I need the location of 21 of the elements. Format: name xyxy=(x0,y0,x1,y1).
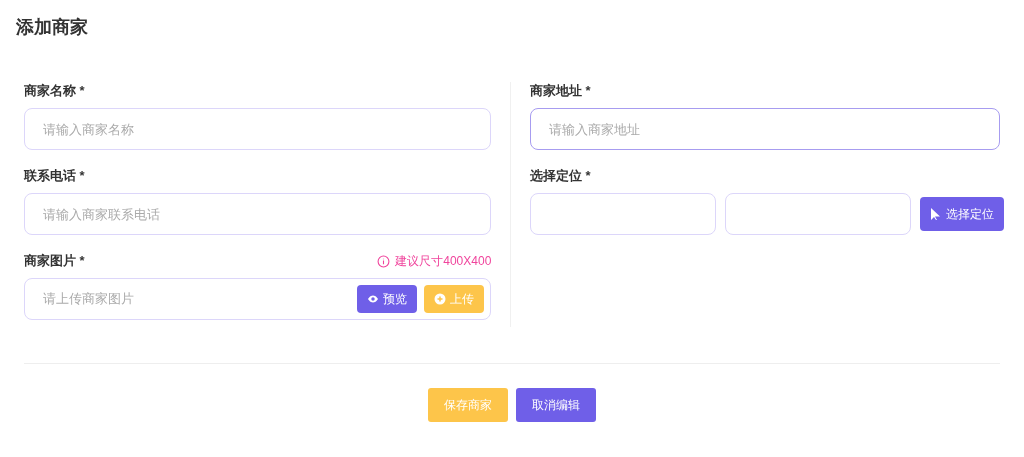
longitude-field[interactable] xyxy=(725,193,911,235)
size-hint: 建议尺寸400X400 xyxy=(377,252,492,270)
text-field[interactable]: 请输入商家名称 xyxy=(24,108,492,150)
cursor-icon xyxy=(930,208,941,220)
field-label: 商家图片 * xyxy=(24,252,85,271)
page-title: 添加商家 xyxy=(16,16,89,39)
info-icon xyxy=(377,254,391,268)
cancel-button[interactable]: 取消编辑 xyxy=(516,388,596,422)
latitude-field[interactable] xyxy=(530,193,716,235)
image-upload-field[interactable]: 请上传商家图片 预览 上传 xyxy=(24,278,492,320)
field-label: 选择定位 * xyxy=(530,167,591,186)
field-label: 商家地址 * xyxy=(530,82,591,101)
preview-button[interactable]: 预览 xyxy=(357,285,418,313)
select-location-button[interactable]: 选择定位 xyxy=(920,197,1004,231)
eye-icon xyxy=(367,293,380,305)
field-placeholder: 请上传商家图片 xyxy=(43,290,135,309)
field-label: 联系电话 * xyxy=(24,167,85,186)
plus-circle-icon xyxy=(434,293,447,305)
text-field[interactable]: 请输入商家联系电话 xyxy=(24,193,492,235)
text-field[interactable]: 请输入商家地址 xyxy=(530,108,1000,150)
field-label: 商家名称 * xyxy=(24,82,85,101)
